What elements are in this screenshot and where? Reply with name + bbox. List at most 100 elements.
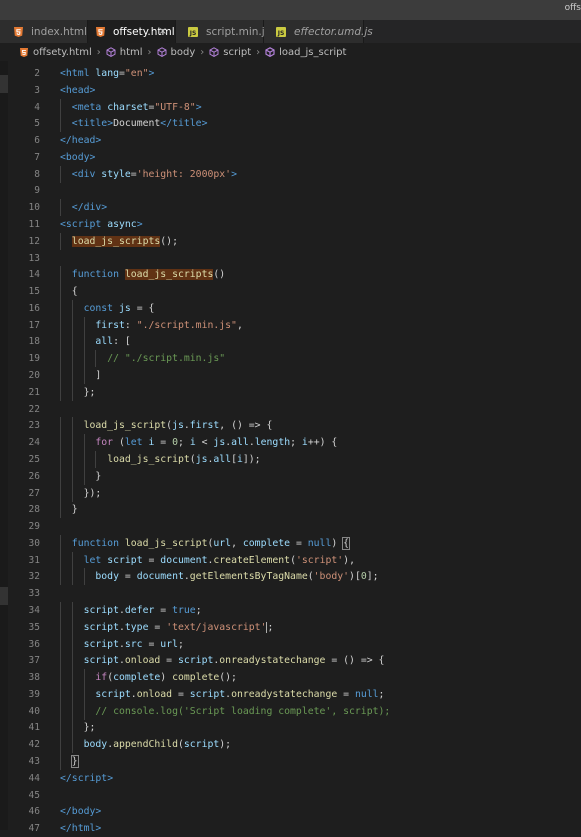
code-token: }); (83, 487, 102, 499)
code-line[interactable]: 24 for (let i = 0; i < js.all.length; i++… (8, 434, 581, 452)
code-line[interactable]: 45 (8, 787, 581, 804)
indent-guide (60, 367, 61, 385)
code-token: { (71, 286, 78, 298)
line-number: 42 (28, 739, 40, 751)
indent-guide (60, 685, 61, 703)
indent-guide (71, 635, 73, 653)
code-line[interactable]: 28} (8, 501, 581, 519)
code-line[interactable]: 2 <html lang="en"> (8, 65, 581, 82)
line-number: 29 (28, 521, 40, 533)
code-token: > (95, 806, 102, 818)
tab-script-min-js[interactable]: JS script.min.js (176, 20, 270, 43)
code-line[interactable]: 38 if(complete) complete(); (8, 669, 581, 687)
html-file-icon (14, 26, 23, 37)
code-line[interactable]: 40 // console.log('Script loading complet… (8, 702, 581, 720)
code-line[interactable]: 9 (8, 182, 581, 199)
code-token: complete (113, 672, 161, 684)
indent-guide (60, 752, 61, 770)
line-number: 8 (34, 168, 40, 180)
code-line[interactable]: 16 const js = { (8, 299, 581, 317)
code-line[interactable]: 41}; (8, 719, 581, 737)
code-token: let (83, 554, 102, 566)
code-text: <title>Document</title> (72, 115, 208, 132)
code-line[interactable]: 14 function load_js_scripts() (8, 266, 581, 284)
indent-guide (71, 333, 73, 351)
breadcrumb-item-function[interactable]: load_js_script (265, 47, 346, 58)
code-line[interactable]: 15 { (8, 283, 581, 301)
code-line[interactable]: 6 </head> (8, 132, 581, 149)
line-number: 7 (34, 151, 40, 163)
line-number: 47 (28, 823, 40, 835)
code-line[interactable]: 19 // "./script.min.js" (8, 350, 581, 368)
code-token: charset (101, 101, 149, 113)
breadcrumb-item-html[interactable]: html (106, 47, 143, 58)
line-number: 10 (28, 202, 40, 214)
tab-effector-umd-js[interactable]: JS effector.umd.js (264, 20, 373, 43)
code-line[interactable]: 47 </html> (8, 820, 581, 837)
code-line[interactable]: 17 first: "./script.min.js", (8, 316, 581, 334)
code-editor[interactable]: 2 <html lang="en"> 3 <head> 4 <meta charset="… (8, 61, 581, 834)
code-line[interactable]: 32 body = document.getElementsByTagName('… (8, 568, 581, 586)
code-line[interactable]: 10 </div> (8, 199, 581, 217)
chevron-right-icon: › (96, 46, 101, 58)
code-line[interactable]: 44 </script> (8, 770, 581, 787)
indent-guide (60, 736, 61, 754)
code-line[interactable]: 34 script.defer = true; (8, 601, 581, 619)
code-token: appendChild (113, 739, 178, 751)
code-token: const (83, 302, 114, 314)
code-line[interactable]: 20] (8, 367, 581, 385)
code-line[interactable]: 21}; (8, 383, 581, 401)
breadcrumb-item-file[interactable]: offsety.html (20, 47, 92, 58)
line-number: 23 (28, 420, 40, 432)
code-line[interactable]: 25 load_js_script(js.all[i]); (8, 450, 581, 468)
code-line[interactable]: 8 <div style='height: 2000px'> (8, 165, 581, 183)
code-token: > (95, 135, 102, 147)
code-line[interactable]: 27}); (8, 484, 581, 502)
code-line[interactable]: 43} (8, 752, 581, 770)
code-line[interactable]: 31 let script = document.createElement('s… (8, 551, 581, 569)
code-line[interactable]: 29 (8, 518, 581, 535)
code-line[interactable]: 42 body.appendChild(script); (8, 736, 581, 754)
code-token: js (119, 302, 131, 314)
code-token: "en" (124, 68, 149, 79)
code-line[interactable]: 18 all: [ (8, 333, 581, 351)
code-line[interactable]: 7 <body> (8, 149, 581, 166)
tab-offsety-html[interactable]: offsety.html × (88, 20, 176, 43)
code-line[interactable]: 23 load_js_script(js.first, () => { (8, 417, 581, 435)
chevron-right-icon: › (147, 46, 152, 58)
tab-index-html[interactable]: index.html (0, 20, 88, 43)
code-line[interactable]: 37 script.onload = script.onreadystatecha… (8, 652, 581, 670)
close-icon[interactable]: × (159, 26, 167, 37)
indent-guide (60, 450, 61, 468)
code-line[interactable]: 3 <head> (8, 82, 581, 99)
code-line[interactable]: 4 <meta charset="UTF-8"> (8, 98, 581, 116)
breadcrumb-item-body[interactable]: body (157, 47, 195, 58)
code-line[interactable]: 36 script.src = url; (8, 635, 581, 653)
line-number: 32 (28, 571, 40, 583)
code-line[interactable]: 26} (8, 467, 581, 485)
code-token: js (213, 437, 226, 449)
code-line[interactable]: 5 <title>Document</title> (8, 115, 581, 133)
code-line[interactable]: 33 (8, 585, 581, 602)
code-token: = (172, 688, 190, 700)
code-token: > (107, 772, 114, 784)
indent-guide (71, 417, 73, 435)
code-line[interactable]: 13 (8, 250, 581, 267)
line-number: 37 (28, 655, 40, 667)
cube-icon (157, 47, 167, 57)
line-number: 11 (28, 219, 40, 231)
code-line[interactable]: 39 script.onload = script.onreadystatecha… (8, 685, 581, 703)
code-line[interactable]: 46 </body> (8, 803, 581, 820)
breadcrumb-item-script[interactable]: script (209, 47, 251, 58)
code-line[interactable]: 30 function load_js_script(url, complete … (8, 534, 581, 552)
code-token: > (89, 151, 96, 163)
code-line[interactable]: 11 <script async> (8, 216, 581, 233)
cube-icon (106, 47, 116, 57)
code-token: ; (290, 437, 302, 449)
tab-bar: index.html offsety.html × JS script.min.… (0, 20, 581, 43)
code-line[interactable]: 35 script.type = 'text/javascript'; (8, 618, 581, 636)
code-token: document (160, 554, 208, 566)
code-line[interactable]: 22 (8, 401, 581, 418)
code-line[interactable]: 12 load_js_scripts(); (8, 232, 581, 250)
code-text: <meta charset="UTF-8"> (72, 99, 202, 116)
